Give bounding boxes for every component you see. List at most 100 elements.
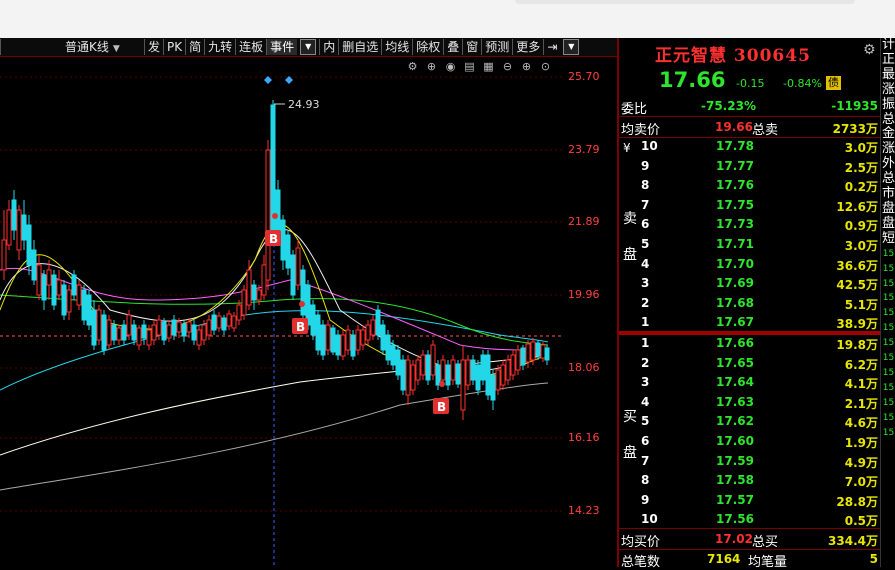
toolbar-item-jiuzhuan[interactable]: 九转 xyxy=(204,39,235,55)
toolbar-item-nei[interactable]: 内 xyxy=(319,39,338,55)
event-dropdown-icon[interactable]: ▼ xyxy=(300,39,317,55)
toolbar-item-fa[interactable]: 发 xyxy=(144,39,163,55)
candle-body xyxy=(515,349,521,371)
bond-badge[interactable]: 债 xyxy=(826,76,841,90)
candle-body xyxy=(181,323,187,337)
weibi-label: 委比 xyxy=(621,102,648,117)
toolbar-item-more[interactable]: 更多 xyxy=(512,39,543,55)
candle-body xyxy=(460,359,466,411)
level-number: 5 xyxy=(641,237,650,251)
avg-buy-price: 17.02 xyxy=(715,532,753,546)
candle-body xyxy=(106,319,112,346)
book-separator xyxy=(619,331,880,335)
candle-body xyxy=(510,354,516,376)
bids-level-row[interactable]: 2 17.65 6.2万 xyxy=(641,356,880,373)
total-sell: 2733万 xyxy=(832,122,878,136)
toolbar-dropdown-icon[interactable]: ▼ xyxy=(563,39,580,55)
toolbar-item-event[interactable]: 事件 xyxy=(266,39,298,55)
strip-num: 15 xyxy=(882,323,895,334)
eye-icon[interactable]: ◉ xyxy=(443,60,458,74)
bids-level-row[interactable]: 9 17.57 28.8万 xyxy=(641,493,880,510)
period-selector[interactable]: 普通K线 ▼ xyxy=(0,39,144,55)
level-price: 17.66 xyxy=(716,336,754,350)
asks-level-row[interactable]: 2 17.68 5.1万 xyxy=(641,296,880,313)
candle-body xyxy=(6,209,12,246)
toolbar-item-exright[interactable]: 除权 xyxy=(412,39,443,55)
level-price: 17.63 xyxy=(716,394,754,409)
candle-body xyxy=(46,269,52,286)
weibi-diff: -11935 xyxy=(831,99,878,113)
basket-icon[interactable]: ▤ xyxy=(462,60,477,74)
toolbar-item-jian[interactable]: 简 xyxy=(185,39,204,55)
avg-trade-label: 均笔量 xyxy=(748,555,788,570)
strip-char: 盘 xyxy=(881,200,895,216)
level-number: 7 xyxy=(641,197,650,212)
last-price: 17.66 xyxy=(659,68,726,92)
strip-char: 外 xyxy=(881,156,895,172)
total-sell-label: 总卖 xyxy=(752,123,779,138)
level-number: 2 xyxy=(641,295,650,310)
level-number: 6 xyxy=(641,217,650,232)
level-number: 1 xyxy=(641,315,650,330)
candle-body xyxy=(131,324,137,341)
zoom-icon[interactable]: ⊕ xyxy=(424,60,439,74)
asks-level-row[interactable]: 1 17.67 38.9万 xyxy=(641,315,880,332)
level-number: 3 xyxy=(641,375,650,390)
asks-level-row[interactable]: 5 17.71 3.0万 xyxy=(641,237,880,254)
level-volume: 6.2万 xyxy=(844,357,878,372)
asks-level-row[interactable]: 7 17.75 12.6万 xyxy=(641,198,880,215)
candle-body xyxy=(520,347,526,366)
bids-level-row[interactable]: 5 17.62 4.6万 xyxy=(641,414,880,431)
level-volume: 4.1万 xyxy=(844,377,878,392)
candle-body xyxy=(31,249,37,281)
settings-icon[interactable]: ⚙ xyxy=(405,60,420,74)
bids-level-row[interactable]: 3 17.64 4.1万 xyxy=(641,375,880,392)
toolbar-item-lianban[interactable]: 连板 xyxy=(235,39,266,55)
candle-body xyxy=(256,289,262,301)
minus-icon[interactable]: ⊖ xyxy=(500,60,515,74)
avg-buy-label: 均买价 xyxy=(621,535,661,550)
toolbar-item-forecast[interactable]: 预测 xyxy=(481,39,512,55)
gear-icon[interactable]: ⚙ xyxy=(863,42,876,58)
candle-body xyxy=(11,199,17,231)
candle-body xyxy=(540,344,546,359)
level-number: 1 xyxy=(641,336,650,350)
plus-icon[interactable]: ⊕ xyxy=(519,60,534,74)
kline-chart[interactable]: 24.93 B B B xyxy=(0,56,564,567)
strip-num: 15 xyxy=(882,308,895,319)
toolbar-item-remove-watch[interactable]: 删自选 xyxy=(338,39,381,55)
strip-char: 振 xyxy=(881,96,895,112)
toolbar-item-pk[interactable]: PK xyxy=(163,39,185,55)
candle-body xyxy=(261,264,267,296)
chart-icon-bar: ⚙ ⊕ ◉ ▤ ▦ ⊖ ⊕ ⊙ xyxy=(405,60,553,74)
bids-level-row[interactable]: 4 17.63 2.1万 xyxy=(641,395,880,412)
more-icon[interactable]: ⊙ xyxy=(538,60,553,74)
grid-icon[interactable]: ▦ xyxy=(481,60,496,74)
strip-num: 15 xyxy=(882,353,895,364)
asks-level-row[interactable]: 10 17.78 3.0万 xyxy=(641,139,880,156)
candle-body xyxy=(161,321,167,341)
chevron-down-icon: ▼ xyxy=(112,44,120,54)
toolbar-item-window[interactable]: 窗 xyxy=(462,39,481,55)
asks-level-row[interactable]: 9 17.77 2.5万 xyxy=(641,159,880,176)
bids-level-row[interactable]: 10 17.56 0.5万 xyxy=(641,512,880,529)
bids-level-row[interactable]: 7 17.59 4.9万 xyxy=(641,454,880,471)
strip-num: 15 xyxy=(882,248,895,259)
toolbar-item-overlay[interactable]: 叠 xyxy=(443,39,462,55)
level-volume: 3.0万 xyxy=(844,141,878,155)
asks-level-row[interactable]: 8 17.76 0.2万 xyxy=(641,178,880,195)
asks-level-row[interactable]: 4 17.70 36.6万 xyxy=(641,257,880,274)
strip-char: 市 xyxy=(881,186,895,202)
bids-level-row[interactable]: 1 17.66 19.8万 xyxy=(641,336,880,353)
candle-body xyxy=(505,359,511,381)
level-price: 17.67 xyxy=(716,315,754,330)
bids-level-row[interactable]: 8 17.58 7.0万 xyxy=(641,473,880,490)
candle-body xyxy=(191,324,197,341)
level-price: 17.56 xyxy=(716,512,754,527)
pin-right-icon[interactable]: ⇥ xyxy=(543,39,560,55)
asks-level-row[interactable]: 3 17.69 42.5万 xyxy=(641,276,880,293)
candle-body xyxy=(315,314,321,351)
toolbar-item-ma[interactable]: 均线 xyxy=(381,39,412,55)
bids-level-row[interactable]: 6 17.60 1.9万 xyxy=(641,434,880,451)
asks-level-row[interactable]: 6 17.73 0.9万 xyxy=(641,217,880,234)
